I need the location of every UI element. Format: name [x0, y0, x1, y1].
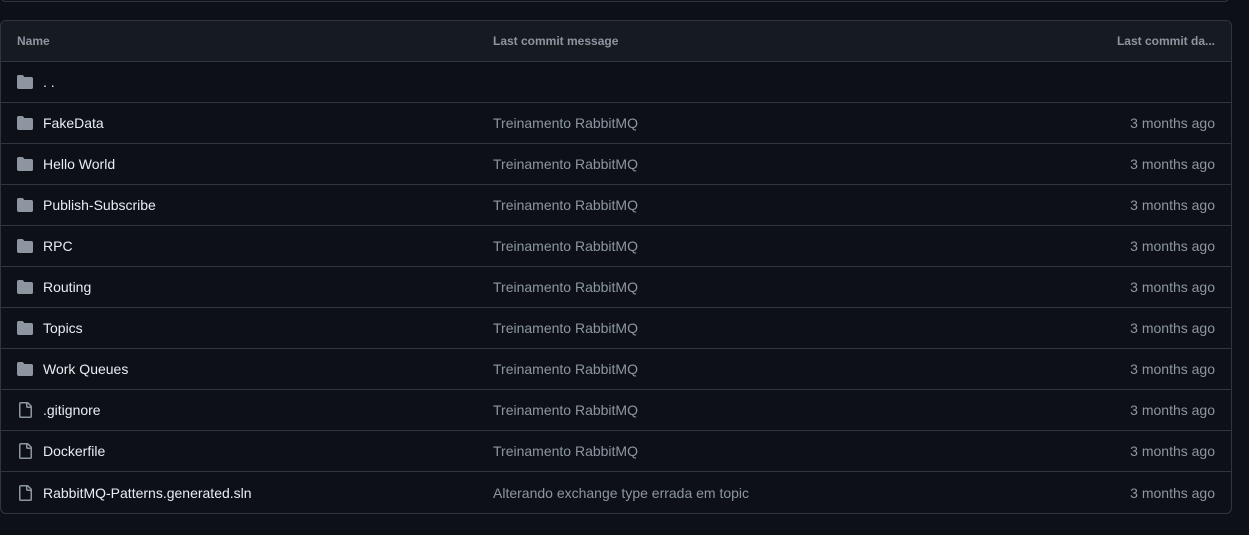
folder-name-link[interactable]: Publish-Subscribe [43, 197, 156, 213]
file-icon [17, 443, 33, 459]
commit-message-link[interactable]: Treinamento RabbitMQ [493, 238, 638, 254]
folder-name-link[interactable]: Topics [43, 320, 83, 336]
commit-date: 3 months ago [1130, 197, 1215, 213]
table-row[interactable]: Hello World Treinamento RabbitMQ 3 months … [1, 144, 1231, 185]
parent-directory-link[interactable]: . . [43, 74, 55, 90]
table-row[interactable]: FakeData Treinamento RabbitMQ 3 months ago [1, 103, 1231, 144]
commit-date: 3 months ago [1130, 279, 1215, 295]
folder-icon [17, 156, 33, 172]
commit-date: 3 months ago [1130, 402, 1215, 418]
commit-message-link[interactable]: Treinamento RabbitMQ [493, 115, 638, 131]
table-row[interactable]: Work Queues Treinamento RabbitMQ 3 months … [1, 349, 1231, 390]
folder-name-link[interactable]: Routing [43, 279, 91, 295]
folder-icon [17, 279, 33, 295]
file-icon [17, 484, 33, 501]
table-row[interactable]: Dockerfile Treinamento RabbitMQ 3 months a… [1, 431, 1231, 472]
file-rows: FakeData Treinamento RabbitMQ 3 months ago… [1, 103, 1231, 513]
commit-date: 3 months ago [1130, 156, 1215, 172]
table-row[interactable]: RabbitMQ-Patterns.generated.sln Alterando… [1, 472, 1231, 513]
header-name: Name [17, 34, 50, 48]
commit-message-link[interactable]: Treinamento RabbitMQ [493, 279, 638, 295]
folder-icon [17, 320, 33, 336]
commit-message-link[interactable]: Alterando exchange type errada em topic [493, 485, 749, 501]
commit-date: 3 months ago [1130, 320, 1215, 336]
table-row[interactable]: RPC Treinamento RabbitMQ 3 months ago [1, 226, 1231, 267]
commit-message-link[interactable]: Treinamento RabbitMQ [493, 402, 638, 418]
header-commit-date: Last commit da... [1116, 34, 1215, 48]
commit-message-link[interactable]: Treinamento RabbitMQ [493, 443, 638, 459]
folder-name-link[interactable]: FakeData [43, 115, 104, 131]
commit-message-link[interactable]: Treinamento RabbitMQ [493, 197, 638, 213]
file-name-link[interactable]: .gitignore [43, 402, 101, 418]
commit-message-link[interactable]: Treinamento RabbitMQ [493, 320, 638, 336]
file-name-link[interactable]: Dockerfile [43, 443, 105, 459]
file-icon [17, 402, 33, 418]
folder-icon [17, 74, 33, 90]
folder-icon [17, 115, 33, 131]
header-commit-message: Last commit message [493, 34, 619, 48]
previous-panel-edge [0, 0, 1230, 2]
table-row[interactable]: .gitignore Treinamento RabbitMQ 3 months a… [1, 390, 1231, 431]
file-name-link[interactable]: RabbitMQ-Patterns.generated.sln [43, 485, 252, 501]
folder-name-link[interactable]: RPC [43, 238, 73, 254]
table-row[interactable]: Topics Treinamento RabbitMQ 3 months ago [1, 308, 1231, 349]
parent-directory-row[interactable]: . . [1, 62, 1231, 103]
folder-icon [17, 197, 33, 213]
folder-name-link[interactable]: Hello World [43, 156, 115, 172]
commit-message-link[interactable]: Treinamento RabbitMQ [493, 361, 638, 377]
commit-date: 3 months ago [1130, 484, 1215, 501]
table-row[interactable]: Publish-Subscribe Treinamento RabbitMQ 3 m… [1, 185, 1231, 226]
file-table: Name Last commit message Last commit da.… [0, 20, 1232, 514]
folder-icon [17, 238, 33, 254]
commit-date: 3 months ago [1130, 115, 1215, 131]
folder-name-link[interactable]: Work Queues [43, 361, 128, 377]
table-header: Name Last commit message Last commit da.… [1, 21, 1231, 62]
folder-icon [17, 361, 33, 377]
commit-date: 3 months ago [1130, 443, 1215, 459]
commit-message-link[interactable]: Treinamento RabbitMQ [493, 156, 638, 172]
table-row[interactable]: Routing Treinamento RabbitMQ 3 months ago [1, 267, 1231, 308]
commit-date: 3 months ago [1130, 361, 1215, 377]
commit-date: 3 months ago [1130, 238, 1215, 254]
